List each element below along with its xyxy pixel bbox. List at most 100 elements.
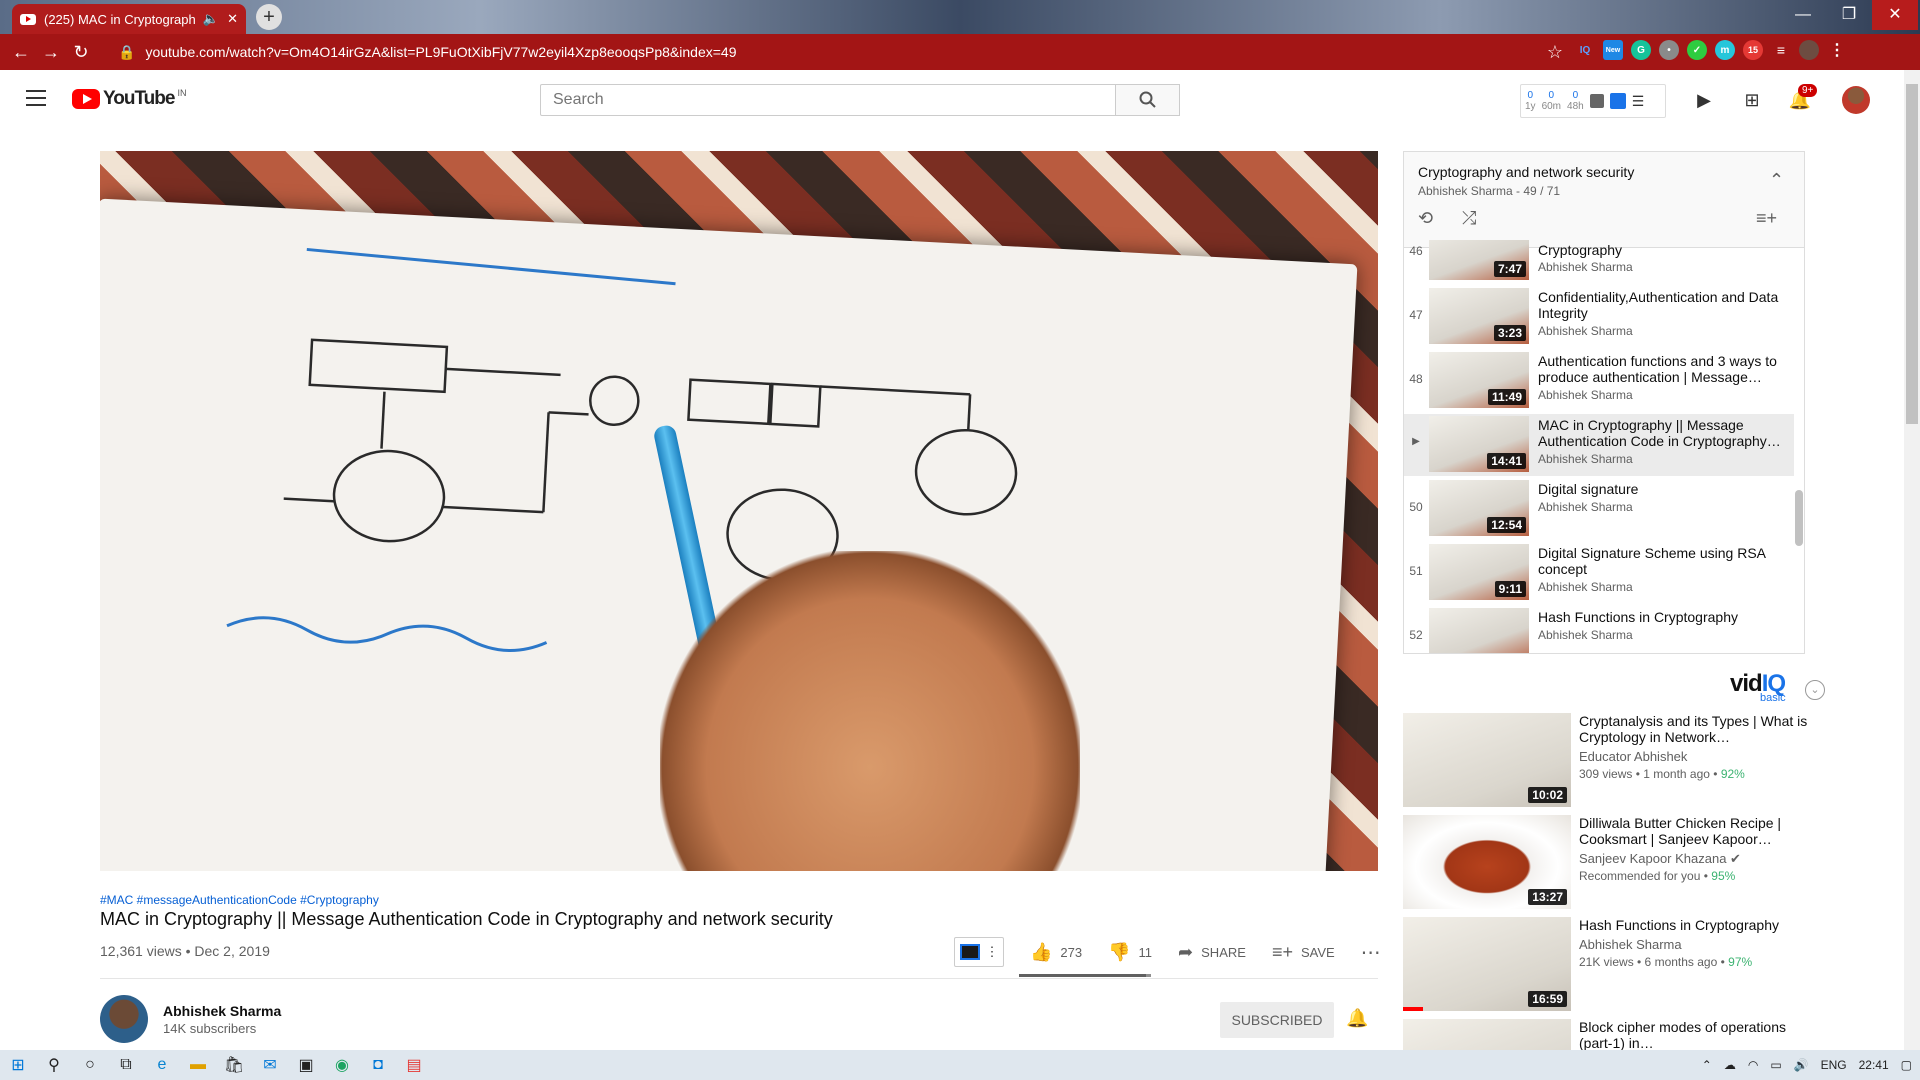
apps-grid-icon[interactable]: ⊞ (1740, 88, 1764, 112)
recommended-video[interactable]: Block cipher modes of operations (part-1… (1403, 1019, 1823, 1050)
bookmark-star-icon[interactable]: ☆ (1540, 42, 1570, 63)
notification-bell-icon[interactable]: 🔔 (1346, 1008, 1370, 1032)
now-playing-icon: ▶ (1412, 436, 1420, 447)
m-extension-icon[interactable]: m (1715, 40, 1735, 60)
playlist-item-current[interactable]: ▶ 14:41 MAC in Cryptography || Message A… (1404, 414, 1794, 476)
vidiq-stats-bar[interactable]: 0 1y 0 60m 0 48h ☰ (1520, 84, 1666, 118)
playlist-title[interactable]: Cryptography and network security (1418, 164, 1790, 180)
vidiq-play-icon[interactable] (1609, 93, 1626, 109)
mail-icon[interactable]: ✉ (252, 1050, 288, 1080)
action-center-icon[interactable]: ▢ (1901, 1058, 1912, 1072)
minimize-button[interactable]: — (1780, 0, 1826, 30)
playlist-scrollbar[interactable] (1795, 490, 1803, 546)
restore-button[interactable]: ❐ (1826, 0, 1872, 30)
language-indicator[interactable]: ENG (1821, 1058, 1847, 1072)
recommended-video[interactable]: 16:59 Hash Functions in Cryptography Abh… (1403, 917, 1823, 1011)
reload-icon[interactable]: ↻ (66, 42, 96, 63)
tray-chevron-icon[interactable]: ⌃ (1702, 1058, 1712, 1072)
start-icon[interactable]: ⊞ (0, 1050, 36, 1080)
profile-icon[interactable] (1799, 40, 1819, 60)
rec-thumbnail (1403, 1019, 1571, 1050)
vidiq-mini-button[interactable]: ⋮ (954, 937, 1004, 967)
clock[interactable]: 22:41 (1859, 1058, 1889, 1072)
collapse-chevron-icon[interactable]: ⌃ (1769, 170, 1784, 191)
youtube-logo[interactable]: YouTube IN (72, 88, 186, 110)
playlist-header: Cryptography and network security Abhish… (1404, 152, 1804, 248)
back-icon[interactable]: ← (6, 42, 36, 63)
recommended-video[interactable]: 10:02 Cryptanalysis and its Types | What… (1403, 713, 1823, 807)
tab-close-icon[interactable]: ✕ (227, 11, 238, 27)
search-button[interactable] (1116, 84, 1180, 116)
item-duration: 3:23 (1493, 325, 1526, 341)
wifi-icon[interactable]: ◠ (1748, 1058, 1758, 1072)
vidiq-stat-48h: 0 48h (1567, 90, 1584, 112)
browser-tab[interactable]: (225) MAC in Cryptography | 🔈 ✕ (12, 4, 246, 34)
new-extension-icon[interactable]: New (1603, 40, 1623, 60)
search-input[interactable] (540, 84, 1116, 116)
playlist-item[interactable]: 48 11:49 Authentication functions and 3 … (1404, 350, 1794, 412)
check-extension-icon[interactable]: ✓ (1687, 40, 1707, 60)
channel-name[interactable]: Abhishek Sharma (163, 1003, 281, 1019)
volume-icon[interactable]: 🔊 (1794, 1058, 1809, 1072)
loop-icon[interactable]: ⟲ (1418, 208, 1433, 229)
vidiq-expand-icon[interactable]: ⌄ (1805, 680, 1825, 700)
like-button[interactable]: 👍 273 (1030, 942, 1082, 963)
media-controls-icon[interactable]: ≡ (1771, 40, 1791, 60)
playlist-items: 46 7:47 Cryptography Abhishek Sharma 47 … (1404, 240, 1804, 653)
taskbar-search-icon[interactable]: ⚲ (36, 1050, 72, 1080)
close-window-button[interactable]: ✕ (1872, 0, 1918, 30)
playlist-item[interactable]: 47 3:23 Confidentiality,Authentication a… (1404, 286, 1794, 348)
url-field[interactable]: 🔒 youtube.com/watch?v=Om4O14irGzA&list=P… (108, 38, 1538, 66)
chrome-icon[interactable]: ◉ (324, 1050, 360, 1080)
item-index: 50 (1409, 500, 1423, 514)
speaker-icon[interactable]: 🔈 (203, 11, 219, 27)
page-scrollbar-thumb[interactable] (1906, 84, 1918, 424)
photos-icon[interactable]: ▣ (288, 1050, 324, 1080)
vidiq-stat-60m: 0 60m (1541, 90, 1562, 112)
video-hashtags[interactable]: #MAC #messageAuthenticationCode #Cryptog… (100, 893, 379, 907)
playlist-options-icon[interactable]: ≡+ (1756, 208, 1777, 229)
store-icon[interactable]: 🛍 (216, 1050, 252, 1080)
edge-icon[interactable]: e (144, 1050, 180, 1080)
save-button[interactable]: ≡+ SAVE (1272, 942, 1335, 963)
item-duration: 14:41 (1487, 453, 1526, 469)
playlist-item[interactable]: 52 Hash Functions in Cryptography Abhish… (1404, 606, 1794, 653)
playlist-item[interactable]: 50 12:54 Digital signature Abhishek Shar… (1404, 478, 1794, 540)
browser-menu-icon[interactable]: ⋮ (1827, 40, 1847, 60)
playlist-item[interactable]: 46 7:47 Cryptography Abhishek Sharma (1404, 240, 1794, 284)
recommended-video[interactable]: 13:27 Dilliwala Butter Chicken Recipe | … (1403, 815, 1823, 909)
pdf-app-icon[interactable]: ▤ (396, 1050, 432, 1080)
dislike-button[interactable]: 👎 11 (1108, 942, 1152, 963)
app-icon[interactable]: ◘ (360, 1050, 396, 1080)
bulb-extension-icon[interactable]: • (1659, 40, 1679, 60)
vidiq-list-icon[interactable]: ☰ (1632, 93, 1645, 110)
grammarly-icon[interactable]: G (1631, 40, 1651, 60)
cortana-icon[interactable]: ○ (72, 1050, 108, 1080)
subscribe-button[interactable]: SUBSCRIBED (1220, 1002, 1334, 1038)
video-player[interactable] (100, 151, 1378, 871)
more-actions-icon[interactable]: ⋯ (1361, 940, 1381, 965)
channel-avatar[interactable] (100, 995, 148, 1043)
item-channel: Abhishek Sharma (1538, 452, 1633, 466)
forward-icon[interactable]: → (36, 42, 66, 63)
task-view-icon[interactable]: ⧉ (108, 1050, 144, 1080)
item-channel: Abhishek Sharma (1538, 580, 1633, 594)
user-avatar[interactable] (1842, 86, 1870, 114)
file-explorer-icon[interactable]: ▬ (180, 1050, 216, 1080)
hamburger-menu-icon[interactable] (26, 90, 46, 106)
playlist-panel: Cryptography and network security Abhish… (1403, 151, 1805, 654)
item-title: Authentication functions and 3 ways to p… (1538, 353, 1777, 385)
item-title: Digital Signature Scheme using RSA conce… (1538, 545, 1766, 577)
rec-duration: 10:02 (1528, 787, 1567, 803)
vidiq-chart-icon[interactable] (1589, 94, 1604, 108)
battery-icon[interactable]: ▭ (1770, 1058, 1781, 1072)
vidiq-extension-icon[interactable]: IQ (1575, 40, 1595, 60)
new-tab-button[interactable]: + (256, 4, 282, 30)
badge-extension-icon[interactable]: 15 (1743, 40, 1763, 60)
share-button[interactable]: ➦ SHARE (1178, 942, 1246, 963)
shuffle-icon[interactable]: ⤮ (1462, 208, 1476, 229)
create-video-icon[interactable]: ▶︎ (1692, 88, 1716, 112)
onedrive-icon[interactable]: ☁ (1724, 1058, 1736, 1072)
playlist-subtitle: Abhishek Sharma - 49 / 71 (1418, 184, 1561, 198)
playlist-item[interactable]: 51 9:11 Digital Signature Scheme using R… (1404, 542, 1794, 604)
